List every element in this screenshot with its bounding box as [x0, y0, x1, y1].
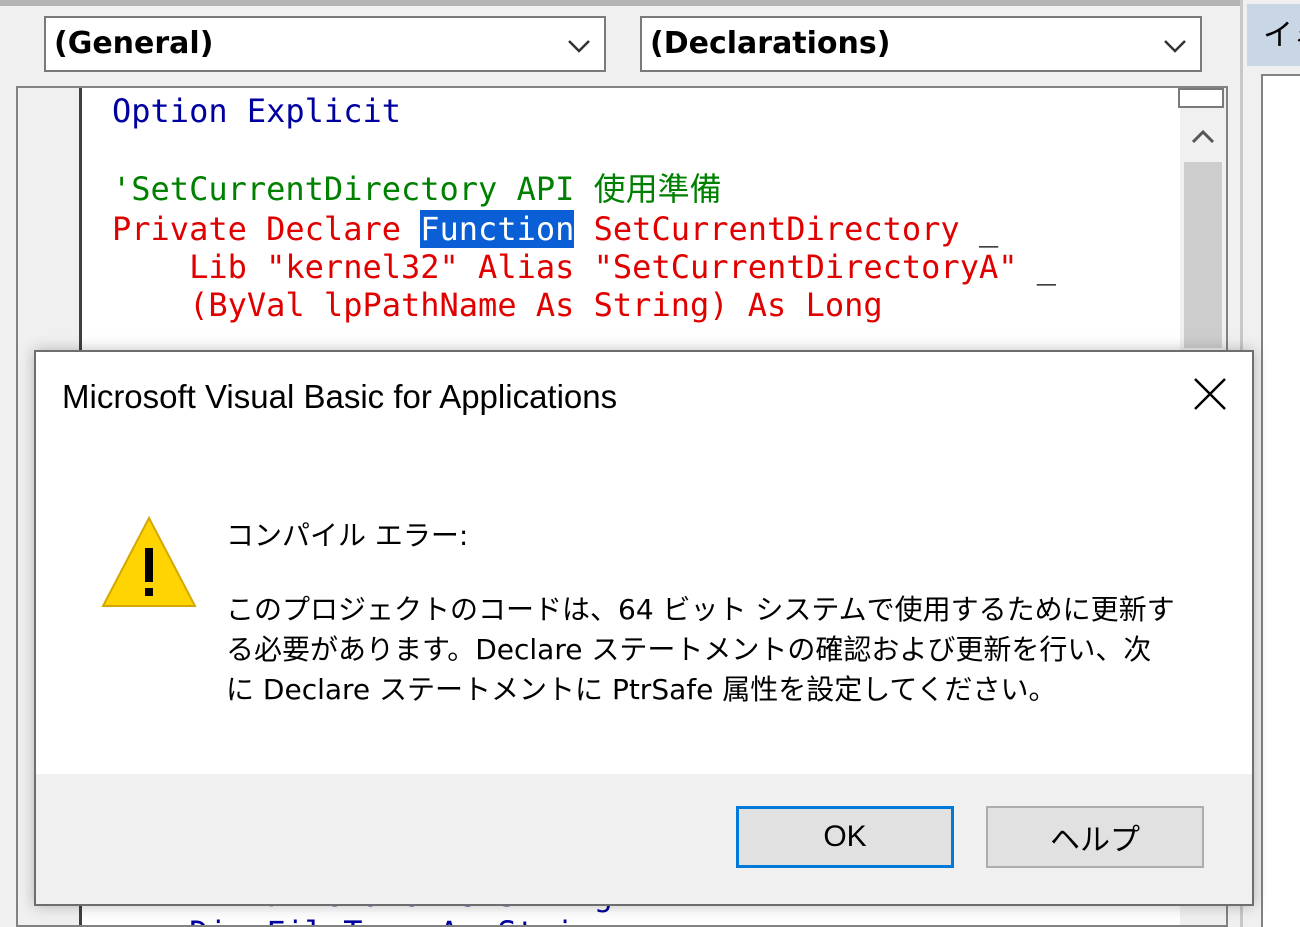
ok-button[interactable]: OK: [736, 806, 954, 868]
dialog-button-bar: OK ヘルプ: [36, 774, 1252, 904]
code-line-dim-filetype[interactable]: Dim FileType As String: [112, 914, 613, 925]
compile-error-dialog: Microsoft Visual Basic for Applications …: [34, 350, 1254, 906]
immediate-window-title: イミ: [1247, 4, 1300, 66]
chevron-down-icon: [568, 40, 590, 53]
code-line-lib[interactable]: Lib "kernel32" Alias "SetCurrentDirector…: [112, 248, 1056, 286]
help-button[interactable]: ヘルプ: [986, 806, 1204, 868]
dialog-title: Microsoft Visual Basic for Applications: [62, 378, 618, 415]
code-line-option-explicit[interactable]: Option Explicit: [112, 92, 401, 130]
scrollbar-thumb[interactable]: [1184, 162, 1222, 348]
object-combo[interactable]: (General): [44, 16, 606, 72]
scroll-up-arrow-icon[interactable]: [1180, 112, 1226, 162]
split-bar-handle[interactable]: [1178, 88, 1224, 108]
code-line-byval[interactable]: (ByVal lpPathName As String) As Long: [112, 286, 883, 324]
object-combo-value: (General): [54, 26, 214, 61]
close-icon[interactable]: [1190, 374, 1230, 414]
line-continuation: _: [978, 210, 999, 248]
chevron-down-icon: [1164, 40, 1186, 53]
error-heading: コンパイル エラー:: [226, 519, 469, 552]
code-token-name: SetCurrentDirectory: [574, 210, 979, 248]
code-token-private-declare: Private Declare: [112, 210, 421, 248]
line-continuation: _: [1036, 248, 1057, 286]
immediate-window-title-text: イミ: [1263, 18, 1300, 53]
code-token-lib: Lib "kernel32" Alias "SetCurrentDirector…: [112, 248, 1037, 286]
procedure-combo-value: (Declarations): [650, 26, 891, 61]
vba-editor-window: (General) (Declarations) Option Explicit…: [0, 0, 1300, 927]
code-line-declare[interactable]: Private Declare Function SetCurrentDirec…: [112, 210, 998, 248]
immediate-window-body[interactable]: [1261, 74, 1300, 927]
procedure-combo[interactable]: (Declarations): [640, 16, 1202, 72]
code-token-function-selected: Function: [420, 210, 575, 248]
code-line-comment[interactable]: 'SetCurrentDirectory API 使用準備: [112, 170, 722, 208]
warning-icon: [101, 515, 197, 607]
error-message: このプロジェクトのコードは、64 ビット システムで使用するために更新する必要が…: [226, 593, 1175, 706]
